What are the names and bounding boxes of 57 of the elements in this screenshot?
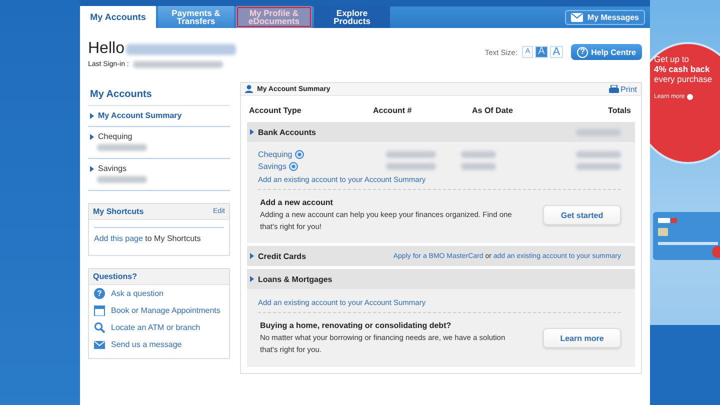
promo-button[interactable]: Learn more <box>543 328 621 348</box>
text-size-button[interactable]: A <box>550 46 564 58</box>
question-link[interactable]: Send us a message <box>111 340 182 349</box>
nav-tab[interactable]: Explore Products <box>314 6 390 28</box>
section-header[interactable]: Loans & Mortgages <box>247 269 635 290</box>
blurred-total <box>576 150 621 158</box>
print-link[interactable]: Print <box>608 84 637 94</box>
blurred-date <box>461 162 496 170</box>
question-link[interactable]: Book or Manage Appointments <box>111 306 220 315</box>
ad-text: 4% cash back <box>654 64 711 74</box>
account-link[interactable]: Savings <box>258 162 286 170</box>
search-icon <box>94 322 105 333</box>
column-header: Account # <box>373 106 413 115</box>
blurred-total <box>576 162 621 170</box>
greeting: Hello <box>88 40 124 58</box>
panel-title: Questions? <box>93 272 138 281</box>
credit-card-drawing <box>652 212 720 260</box>
messages-button[interactable]: My Messages <box>565 10 645 24</box>
caret-icon <box>250 253 254 260</box>
sidebar-title: My Accounts <box>88 86 230 106</box>
sidebar-item[interactable]: My Account Summary <box>88 106 230 127</box>
caret-icon <box>90 112 94 118</box>
caret-icon <box>90 134 94 140</box>
nav-tab[interactable]: My Accounts <box>80 6 156 28</box>
column-header: Totals <box>608 106 631 115</box>
question-icon: ? <box>577 46 588 58</box>
panel-title: My Shortcuts <box>93 207 144 216</box>
calendar-icon <box>94 305 105 316</box>
question-link[interactable]: Ask a question <box>111 289 164 298</box>
person-icon <box>245 85 253 93</box>
ad-text: Get up to <box>654 54 690 64</box>
help-centre-button[interactable]: ? Help Centre <box>571 44 642 60</box>
caret-icon <box>90 166 94 172</box>
column-header: Account Type <box>249 106 302 115</box>
envelope-icon <box>571 12 584 22</box>
caret-icon <box>250 129 254 135</box>
blurred-account-number <box>386 150 436 158</box>
text-size-button[interactable]: A <box>535 46 548 58</box>
account-link[interactable]: Chequing <box>258 150 292 158</box>
section-header[interactable]: Bank Accounts <box>247 122 635 142</box>
blurred-date <box>461 150 496 158</box>
sidebar-item[interactable]: Savings <box>88 159 230 191</box>
question-icon: ? <box>94 288 105 299</box>
question-link[interactable]: Locate an ATM or branch <box>111 323 200 332</box>
promo-title: Add a new account <box>260 198 334 207</box>
promo-title: Buying a home, renovating or consolidating debt? <box>260 321 452 330</box>
shortcut-text: Add this page to My Shortcuts <box>94 227 224 243</box>
nav-tab[interactable]: Payments & Transfers <box>158 6 234 28</box>
blurred-account-number <box>386 162 436 170</box>
column-header: As Of Date <box>472 106 514 115</box>
sidebar-item[interactable]: Chequing <box>88 127 230 159</box>
ad-text: every purchase <box>654 74 714 85</box>
printer-icon <box>608 84 619 94</box>
promo-button[interactable]: Get started <box>543 205 621 226</box>
add-page-link[interactable]: Add this page <box>94 234 143 243</box>
envelope-icon <box>94 339 105 350</box>
caret-icon <box>250 276 254 282</box>
